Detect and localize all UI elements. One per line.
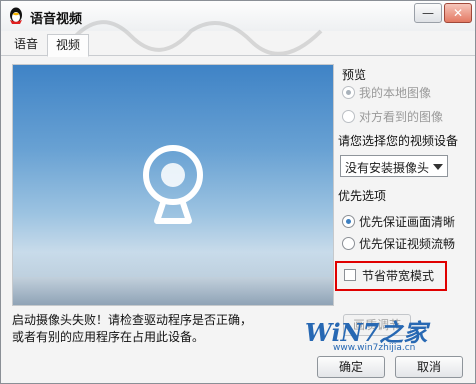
radio-button <box>342 110 355 123</box>
radio-button <box>342 86 355 99</box>
title-bar: 语音视频 — ✕ <box>1 1 475 56</box>
device-select-value: 没有安装摄像头 <box>345 161 430 175</box>
radio-label: 优先保证画面清晰 <box>359 215 456 229</box>
tab-voice[interactable]: 语音 <box>6 35 46 54</box>
preview-label: 预览 <box>342 68 367 82</box>
tab-bar: 语音 视频 <box>1 31 475 57</box>
minimize-icon: — <box>422 6 434 20</box>
chevron-down-icon <box>433 164 443 170</box>
preview-ground <box>13 277 333 305</box>
voice-video-dialog: 语音视频 — ✕ 语音 视频 启动摄像头失败！请检查驱动程序是否正确，或者有别的… <box>0 0 476 384</box>
status-message: 启动摄像头失败！请检查驱动程序是否正确，或者有别的应用程序在占用此设备。 <box>12 313 253 344</box>
tab-video[interactable]: 视频 <box>47 34 90 57</box>
bandwidth-checkbox[interactable] <box>344 269 356 281</box>
radio-button <box>342 215 355 228</box>
minimize-button[interactable]: — <box>414 3 442 23</box>
close-button[interactable]: ✕ <box>444 3 472 23</box>
device-label: 请您选择您的视频设备 <box>338 134 459 148</box>
close-icon: ✕ <box>452 6 464 20</box>
watermark-url: www.win7zhijia.cn <box>333 343 416 353</box>
webcam-icon <box>143 145 203 224</box>
qq-penguin-icon <box>10 7 22 24</box>
radio-label: 优先保证视频流畅 <box>359 237 456 251</box>
bandwidth-checkbox-label[interactable]: 节省带宽模式 <box>362 267 434 284</box>
radio-button <box>342 237 355 250</box>
window-title: 语音视频 <box>30 12 83 27</box>
device-select[interactable]: 没有安装摄像头 <box>340 155 448 177</box>
radio-label: 对方看到的图像 <box>359 110 444 124</box>
video-preview <box>12 64 334 306</box>
watermark-logo: WiN7之家 www.win7zhijia.cn <box>305 313 470 355</box>
radio-label: 我的本地图像 <box>359 86 432 100</box>
cancel-button[interactable]: 取消 <box>395 356 463 378</box>
ok-button[interactable]: 确定 <box>317 356 385 378</box>
priority-label: 优先选项 <box>338 189 387 203</box>
